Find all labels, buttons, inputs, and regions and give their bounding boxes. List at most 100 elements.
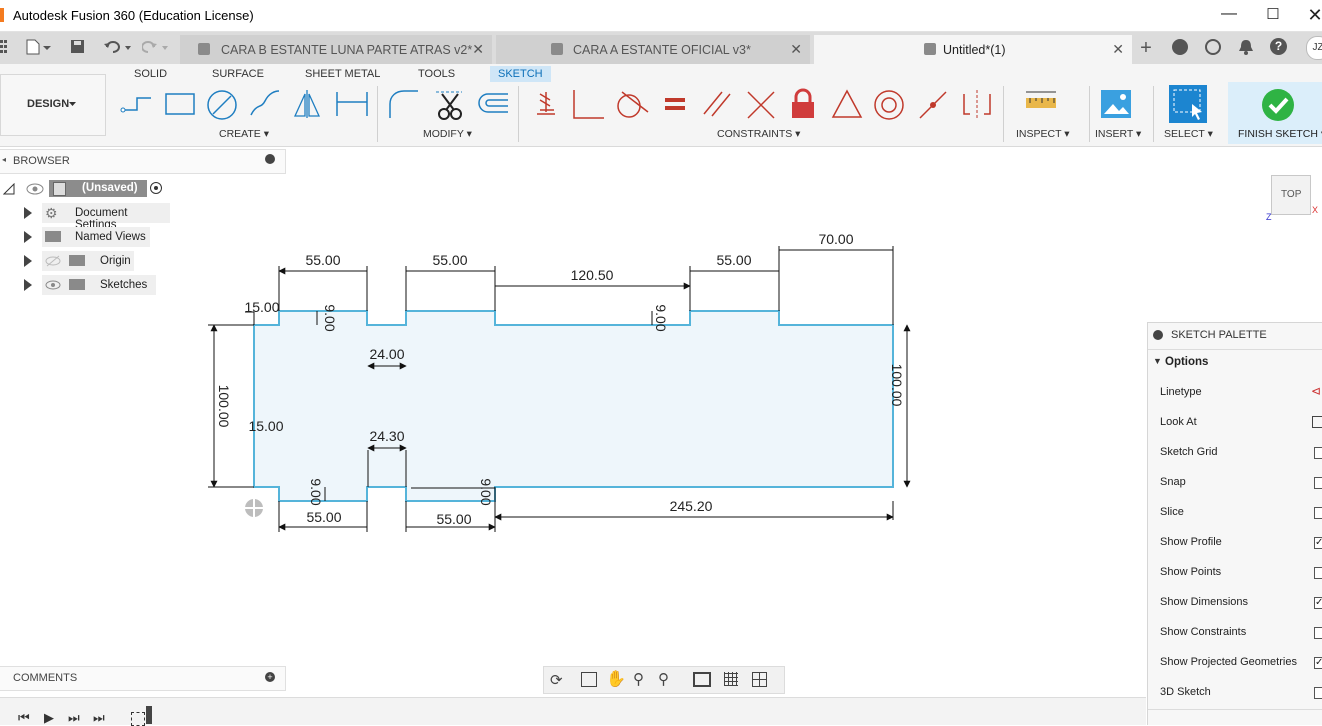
show-dimensions-checkbox[interactable]: ✓ <box>1314 597 1322 609</box>
tab-cara-b[interactable]: CARA B ESTANTE LUNA PARTE ATRAS v2* ✕ <box>180 35 492 64</box>
line-tool-icon[interactable] <box>120 88 154 118</box>
dim-height-100-right[interactable]: 100.00 <box>889 364 905 407</box>
user-avatar[interactable]: JZ <box>1306 36 1322 60</box>
trim-tool-icon[interactable] <box>432 88 466 122</box>
add-comment-icon[interactable]: + <box>265 672 275 682</box>
tab-untitled[interactable]: Untitled*(1) ✕ <box>814 35 1132 64</box>
fit-icon[interactable]: ⚲ <box>658 670 669 688</box>
data-panel-icon[interactable] <box>1172 39 1188 55</box>
notifications-icon[interactable] <box>1238 38 1254 59</box>
job-status-icon[interactable] <box>1205 39 1221 55</box>
tab-tools[interactable]: TOOLS <box>418 68 455 80</box>
rectangle-tool-icon[interactable] <box>163 88 197 118</box>
dim-notch-9-d[interactable]: 9.00 <box>478 478 494 505</box>
section-collapse-icon[interactable]: ▼ <box>1153 356 1162 366</box>
view-cube-face[interactable]: TOP <box>1271 175 1311 215</box>
collinear-constraint-icon[interactable] <box>570 88 606 120</box>
dim-left-15-bottom[interactable]: 15.00 <box>248 418 283 434</box>
dim-notch-9-a[interactable]: 9.00 <box>322 304 338 331</box>
show-constraints-checkbox[interactable] <box>1314 627 1322 639</box>
tangent-constraint-icon[interactable] <box>614 88 650 120</box>
look-at-button-icon[interactable] <box>1312 416 1322 428</box>
tab-close-icon[interactable]: ✕ <box>1112 41 1124 58</box>
save-icon[interactable] <box>70 39 86 58</box>
group-inspect[interactable]: INSPECT ▾ <box>1016 128 1070 140</box>
group-insert[interactable]: INSERT ▾ <box>1095 128 1141 140</box>
display-settings-icon[interactable] <box>693 672 711 687</box>
dim-bottom-55-a[interactable]: 55.00 <box>306 509 341 525</box>
group-constraints[interactable]: CONSTRAINTS ▾ <box>717 128 800 140</box>
circle-tool-icon[interactable] <box>205 88 239 122</box>
slice-checkbox[interactable] <box>1314 507 1322 519</box>
file-menu-icon[interactable] <box>26 39 52 58</box>
group-create[interactable]: CREATE ▾ <box>219 128 269 140</box>
finish-sketch-button[interactable]: FINISH SKETCH ▾ <box>1228 82 1322 144</box>
sketch-profile[interactable] <box>253 310 894 502</box>
dim-height-100-left[interactable]: 100.00 <box>216 385 232 428</box>
dim-slot-24-3[interactable]: 24.30 <box>369 428 404 444</box>
show-projected-geometries-checkbox[interactable]: ✓ <box>1314 657 1322 669</box>
workspace-switcher[interactable]: DESIGN <box>0 74 106 136</box>
dim-bottom-245[interactable]: 245.20 <box>670 498 713 514</box>
dim-top-70[interactable]: 70.00 <box>818 231 853 247</box>
dim-notch-9-b[interactable]: 9.00 <box>653 304 669 331</box>
dim-left-15-top[interactable]: 15.00 <box>244 299 279 315</box>
tab-close-icon[interactable]: ✕ <box>790 41 802 58</box>
concentric-constraint-icon[interactable] <box>872 88 908 122</box>
dim-notch-9-c[interactable]: 9.00 <box>308 478 324 505</box>
tab-sheet-metal[interactable]: SHEET METAL <box>305 68 380 80</box>
dim-bottom-55-b[interactable]: 55.00 <box>436 511 471 527</box>
undo-icon[interactable] <box>103 39 133 58</box>
dim-top-55-a[interactable]: 55.00 <box>305 252 340 268</box>
equal-constraint-icon[interactable] <box>662 88 688 120</box>
tab-close-icon[interactable]: ✕ <box>472 41 484 58</box>
horizontal-vertical-constraint-icon[interactable] <box>916 88 950 120</box>
zoom-icon[interactable]: ⚲ <box>633 670 644 688</box>
group-select[interactable]: SELECT ▾ <box>1164 128 1213 140</box>
linetype-icon[interactable]: ⊲ <box>1311 384 1321 398</box>
symmetry-constraint-icon[interactable] <box>960 88 994 120</box>
perpendicular-constraint-icon[interactable] <box>744 88 778 120</box>
fillet-tool-icon[interactable] <box>386 88 420 120</box>
grid-settings-icon[interactable] <box>724 672 738 686</box>
orbit-icon[interactable]: ⟳ <box>550 671 563 689</box>
sketch-canvas[interactable]: 55.00 55.00 120.50 55.00 70.00 15.00 9.0… <box>0 150 1146 665</box>
show-points-checkbox[interactable] <box>1314 567 1322 579</box>
dim-top-120[interactable]: 120.50 <box>571 267 614 283</box>
close-icon[interactable]: ✕ <box>1304 5 1322 25</box>
dim-top-55-c[interactable]: 55.00 <box>716 252 751 268</box>
sketch-grid-checkbox[interactable] <box>1314 447 1322 459</box>
midpoint-constraint-icon[interactable] <box>830 88 864 120</box>
dim-slot-24[interactable]: 24.00 <box>369 346 404 362</box>
fix-constraint-icon[interactable] <box>788 88 818 120</box>
help-icon[interactable]: ? <box>1270 38 1287 55</box>
insert-image-icon[interactable] <box>1100 88 1132 120</box>
timeline-marker[interactable] <box>146 706 152 724</box>
3d-sketch-checkbox[interactable] <box>1314 687 1322 699</box>
snap-checkbox[interactable] <box>1314 477 1322 489</box>
mirror-tool-icon[interactable] <box>291 88 325 120</box>
tab-sketch[interactable]: SKETCH <box>490 66 551 82</box>
measure-icon[interactable] <box>1024 88 1058 118</box>
show-profile-checkbox[interactable]: ✓ <box>1314 537 1322 549</box>
pan-hand-icon[interactable]: ✋ <box>606 669 626 689</box>
look-at-icon[interactable] <box>581 672 597 687</box>
comments-panel-header[interactable]: COMMENTS + <box>0 666 286 691</box>
offset-tool-icon[interactable] <box>474 88 510 118</box>
spline-tool-icon[interactable] <box>249 88 283 118</box>
view-cube[interactable]: TOP X Z <box>1264 170 1322 222</box>
palette-collapse-icon[interactable] <box>1153 330 1163 340</box>
tab-cara-a[interactable]: CARA A ESTANTE OFICIAL v3* ✕ <box>496 35 810 64</box>
tab-solid[interactable]: SOLID <box>134 68 167 80</box>
redo-icon[interactable] <box>141 39 172 58</box>
viewports-icon[interactable] <box>752 672 767 687</box>
parallel-constraint-icon[interactable] <box>700 88 734 120</box>
dim-top-55-b[interactable]: 55.00 <box>432 252 467 268</box>
select-icon[interactable] <box>1168 84 1208 124</box>
maximize-icon[interactable]: ☐ <box>1262 5 1284 25</box>
grid-menu-icon[interactable] <box>0 40 8 54</box>
group-modify[interactable]: MODIFY ▾ <box>423 128 472 140</box>
coincident-constraint-icon[interactable] <box>534 88 558 120</box>
new-tab-button[interactable]: + <box>1136 38 1156 58</box>
minimize-icon[interactable]: — <box>1218 5 1240 25</box>
